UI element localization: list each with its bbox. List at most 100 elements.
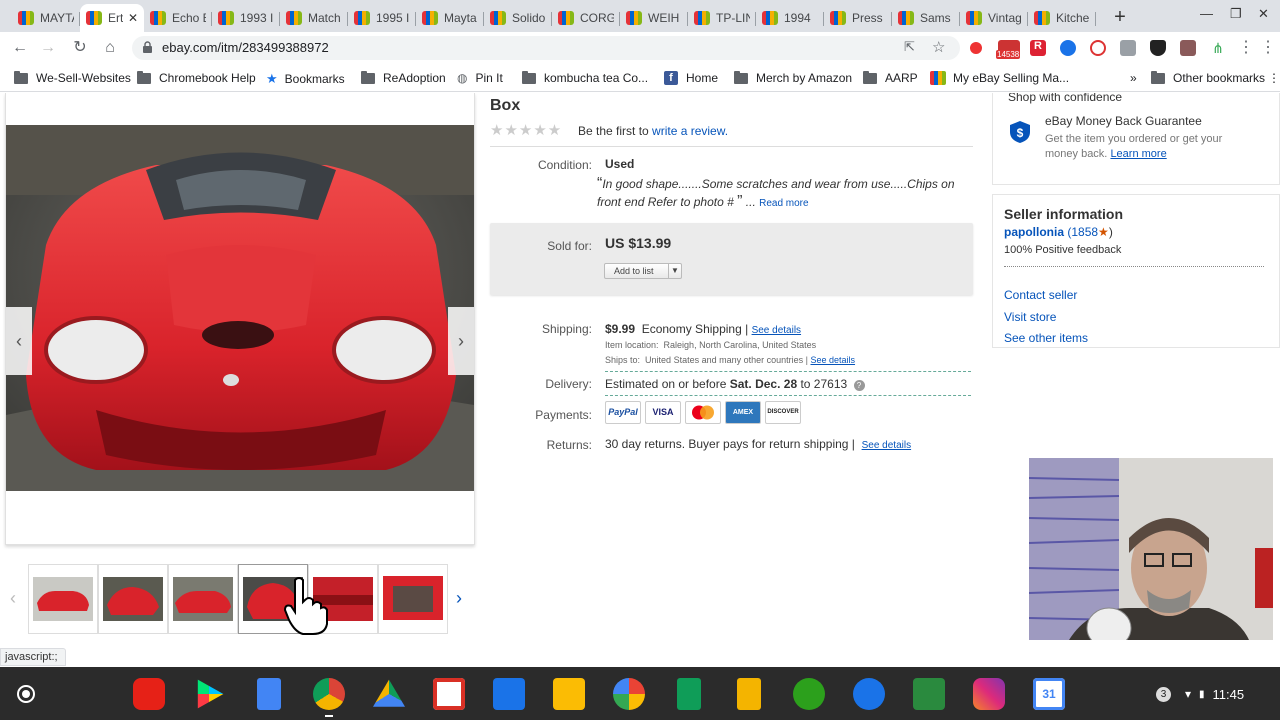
slides-icon[interactable]: [737, 678, 761, 710]
bookmark-item[interactable]: Other bookmarks: [1151, 70, 1265, 85]
snapseed-icon[interactable]: [913, 678, 945, 710]
browser-tab[interactable]: Press: [824, 4, 892, 32]
thumbs-prev-icon[interactable]: ‹: [10, 588, 16, 609]
clock[interactable]: 11:45: [1213, 687, 1245, 702]
extension-icon[interactable]: [970, 42, 982, 54]
bookmark-item[interactable]: f Home: [664, 71, 718, 85]
overflow-icon[interactable]: ⋮: [1258, 38, 1278, 58]
returns-details-link[interactable]: See details: [862, 440, 911, 451]
launcher-icon[interactable]: [17, 685, 35, 703]
thumbs-next-icon[interactable]: ›: [456, 588, 462, 609]
system-tray[interactable]: 3 ▾ ▮ 11:45: [1156, 682, 1244, 706]
add-to-list-button[interactable]: Add to list ▼: [604, 263, 682, 279]
bookmark-item[interactable]: Chromebook Help: [137, 70, 256, 85]
bookmark-star-icon[interactable]: ☆: [932, 38, 945, 56]
bookmarks-overflow-icon[interactable]: »: [1130, 71, 1137, 85]
youtube-icon[interactable]: [133, 678, 165, 710]
browser-tab[interactable]: Kitche: [1028, 4, 1096, 32]
bookmark-label: Merch by Amazon: [756, 71, 853, 85]
browser-tab[interactable]: Mayta: [416, 4, 484, 32]
calendar-icon[interactable]: 31: [1033, 678, 1065, 710]
sheets-icon[interactable]: [677, 678, 701, 710]
url-text[interactable]: ebay.com/itm/283499388972: [162, 40, 329, 55]
image-prev-button[interactable]: ‹: [6, 307, 32, 375]
bookmark-item[interactable]: AARP: [863, 70, 918, 85]
instagram-icon[interactable]: [973, 678, 1005, 710]
hat-extension-icon[interactable]: [1150, 40, 1166, 56]
write-review-link[interactable]: write a review.: [652, 124, 728, 138]
browser-tab[interactable]: 1994: [756, 4, 824, 32]
learn-more-link[interactable]: Learn more: [1110, 148, 1166, 160]
notification-count[interactable]: 3: [1156, 686, 1171, 702]
browser-tab[interactable]: Echo E: [144, 4, 212, 32]
main-product-image[interactable]: ‹ ›: [6, 125, 474, 491]
bookmarks-menu-icon[interactable]: ⋮: [1268, 71, 1280, 85]
browser-tab[interactable]: WEIH: [620, 4, 688, 32]
close-tab-icon[interactable]: ✕: [128, 11, 138, 25]
bookmark-item[interactable]: My eBay Selling Ma...: [930, 71, 1069, 85]
bookmark-item[interactable]: We-Sell-Websites: [14, 70, 131, 85]
record-extension-icon[interactable]: [1090, 40, 1106, 56]
browser-tab[interactable]: CORG: [552, 4, 620, 32]
close-window-icon[interactable]: ✕: [1258, 6, 1269, 22]
bookmark-item[interactable]: ★ Bookmarks: [266, 71, 345, 87]
browser-tab[interactable]: 1995 I: [348, 4, 416, 32]
image-next-button[interactable]: ›: [448, 307, 474, 375]
photos-icon[interactable]: [613, 678, 645, 710]
thumbnail-2[interactable]: [98, 564, 168, 634]
browser-tab[interactable]: 1993 I: [212, 4, 280, 32]
quickbooks-icon[interactable]: [793, 678, 825, 710]
seller-name-link[interactable]: papollonia: [1004, 225, 1064, 239]
visit-store-link[interactable]: Visit store: [1004, 310, 1056, 324]
gmail-icon[interactable]: [433, 678, 465, 710]
chrome-icon[interactable]: [313, 678, 345, 710]
bookmark-item[interactable]: ◍ Pin It: [457, 71, 503, 85]
share-extension-icon[interactable]: ⋔: [1210, 40, 1226, 56]
forward-icon[interactable]: →: [38, 38, 58, 58]
ships-to-details-link[interactable]: See details: [811, 355, 856, 365]
calendar-day: 31: [1042, 687, 1056, 701]
see-other-items-link[interactable]: See other items: [1004, 331, 1088, 345]
profile-extension-icon[interactable]: [1180, 40, 1196, 56]
r-extension-icon[interactable]: R: [1030, 40, 1046, 56]
bookmark-item[interactable]: kombucha tea Co...: [522, 70, 648, 85]
docs-icon[interactable]: [257, 678, 281, 710]
messages-icon[interactable]: [853, 678, 885, 710]
folder-icon: [14, 70, 28, 84]
share-icon[interactable]: ⇱: [904, 39, 915, 55]
browser-tab[interactable]: Ert ✕: [80, 4, 144, 32]
contact-seller-link[interactable]: Contact seller: [1004, 288, 1077, 302]
puzzle-extension-icon[interactable]: [1060, 40, 1076, 56]
browser-tab[interactable]: MAYTA: [12, 4, 80, 32]
files-icon[interactable]: [493, 678, 525, 710]
help-icon[interactable]: ?: [853, 380, 865, 391]
bookmark-item[interactable]: Merch by Amazon: [734, 70, 853, 85]
browser-tab[interactable]: Match: [280, 4, 348, 32]
browser-tab[interactable]: Solido: [484, 4, 552, 32]
shipping-details-link[interactable]: See details: [752, 325, 801, 336]
minimize-icon[interactable]: —: [1200, 6, 1213, 21]
bookmark-item[interactable]: ReAdoption: [361, 70, 446, 85]
restore-icon[interactable]: ❐: [1230, 6, 1242, 22]
browser-tab[interactable]: Vintag: [960, 4, 1028, 32]
back-icon[interactable]: ←: [10, 38, 30, 58]
browser-tab[interactable]: Sams: [892, 4, 960, 32]
keep-icon[interactable]: [553, 678, 585, 710]
grid-extension-icon[interactable]: [1120, 40, 1136, 56]
read-more-link[interactable]: Read more: [759, 198, 808, 209]
menu-icon[interactable]: ⋮: [1236, 38, 1256, 58]
address-bar[interactable]: ebay.com/itm/283499388972 ⇱ ☆: [132, 36, 960, 60]
mail-extension-icon[interactable]: 14538: [996, 40, 1021, 59]
browser-tab[interactable]: TP-LIN: [688, 4, 756, 32]
thumbnail-1[interactable]: [28, 564, 98, 634]
reload-icon[interactable]: ↻: [70, 38, 90, 58]
new-tab-button[interactable]: +: [1106, 4, 1134, 32]
thumbnail-6[interactable]: [378, 564, 448, 634]
seller-score[interactable]: (1858: [1067, 225, 1098, 239]
thumbnail-3[interactable]: [168, 564, 238, 634]
play-store-icon[interactable]: [197, 679, 224, 709]
home-icon[interactable]: ⌂: [100, 38, 120, 58]
ebay-favicon-icon: [490, 11, 506, 25]
drive-icon[interactable]: [373, 679, 405, 707]
dropdown-caret-icon[interactable]: ▼: [668, 264, 681, 278]
